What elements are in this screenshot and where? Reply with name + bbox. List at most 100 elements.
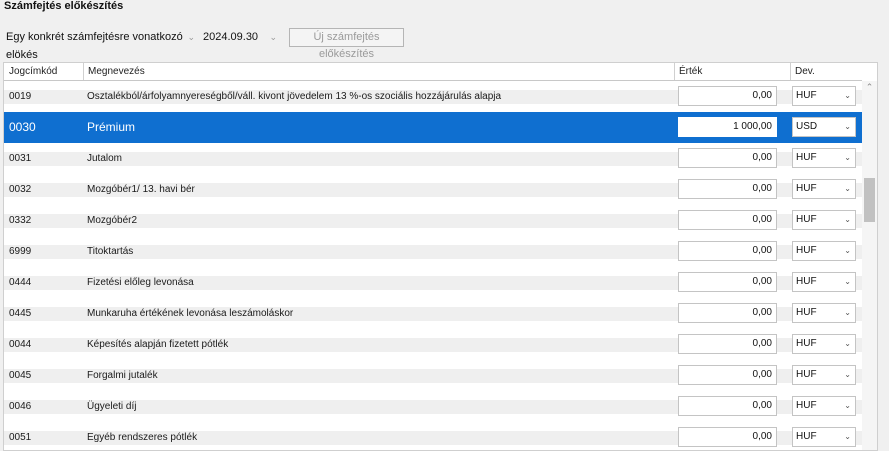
chevron-down-icon: ⌄	[844, 184, 851, 193]
value-input[interactable]: 0,00	[678, 272, 777, 292]
value-input[interactable]: 0,00	[678, 334, 777, 354]
row-code: 0444	[9, 277, 32, 288]
chevron-down-icon: ⌄	[844, 370, 851, 379]
table-row[interactable]: 0045 Forgalmi jutalék 0,00 HUF ⌄	[4, 360, 862, 391]
row-name: Titoktartás	[87, 246, 134, 257]
currency-select[interactable]: HUF ⌄	[792, 86, 856, 106]
currency-select[interactable]: HUF ⌄	[792, 272, 856, 292]
row-code: 0044	[9, 339, 32, 350]
scroll-up-icon[interactable]: ⌃	[865, 83, 874, 92]
row-code: 0019	[9, 91, 32, 102]
table-row[interactable]: 0044 Képesítés alapján fizetett pótlék 0,0…	[4, 329, 862, 360]
table-row[interactable]: 6999 Titoktartás 0,00 HUF ⌄	[4, 236, 862, 267]
table-row[interactable]: 0019 Osztalékból/árfolyamnyereségből/váll…	[4, 81, 862, 112]
chevron-down-icon: ⌄	[844, 215, 851, 224]
page-title: Számfejtés előkészítés	[4, 0, 124, 12]
col-header-code[interactable]: Jogcímkód	[5, 63, 83, 80]
payroll-type-select-value: Egy konkrét számfejtésre vonatkozó elöké…	[6, 31, 183, 61]
table-row[interactable]: 0030 Prémium 1 000,00 USD ⌄	[4, 112, 862, 143]
date-select-value: 2024.09.30	[203, 31, 259, 43]
chevron-down-icon: ⌄	[844, 401, 851, 410]
chevron-down-icon: ⌄	[844, 91, 851, 100]
row-name: Munkaruha értékének levonása leszámolásk…	[87, 308, 294, 319]
col-header-currency[interactable]: Dev.	[791, 63, 861, 80]
table-row[interactable]: 0445 Munkaruha értékének levonása leszámo…	[4, 298, 862, 329]
currency-select-value: HUF	[796, 338, 817, 349]
currency-select-value: HUF	[796, 276, 817, 287]
payroll-items-grid: Jogcímkód Megnevezés Érték Dev. 0019 Oszt…	[3, 62, 878, 451]
table-row[interactable]: 0031 Jutalom 0,00 HUF ⌄	[4, 143, 862, 174]
chevron-down-icon: ⌄	[844, 246, 851, 255]
value-input[interactable]: 0,00	[678, 241, 777, 261]
chevron-down-icon: ⌄	[844, 277, 851, 286]
value-input[interactable]: 0,00	[678, 148, 777, 168]
chevron-down-icon: ⌄	[844, 432, 851, 441]
currency-select[interactable]: HUF ⌄	[792, 303, 856, 323]
row-code: 0031	[9, 153, 32, 164]
currency-select[interactable]: HUF ⌄	[792, 365, 856, 385]
value-input[interactable]: 0,00	[678, 303, 777, 323]
currency-select-value: HUF	[796, 400, 817, 411]
currency-select-value: HUF	[796, 369, 817, 380]
chevron-down-icon: ⌄	[844, 153, 851, 162]
row-name: Képesítés alapján fizetett pótlék	[87, 339, 229, 350]
table-row[interactable]: 0046 Ügyeleti díj 0,00 HUF ⌄	[4, 391, 862, 422]
scrollbar-thumb[interactable]	[864, 178, 875, 222]
table-row[interactable]: 0051 Egyéb rendszeres pótlék 0,00 HUF ⌄	[4, 422, 862, 450]
chevron-down-icon: ⌄	[187, 32, 195, 42]
currency-select-value: USD	[796, 121, 818, 132]
new-payroll-prep-button[interactable]: Új számfejtés előkészítés	[289, 28, 404, 60]
chevron-down-icon: ⌄	[844, 339, 851, 348]
chevron-down-icon: ⌄	[269, 32, 277, 42]
currency-select-value: HUF	[796, 90, 817, 101]
row-name: Forgalmi jutalék	[87, 370, 158, 381]
value-input[interactable]: 0,00	[678, 365, 777, 385]
currency-select[interactable]: HUF ⌄	[792, 427, 856, 447]
row-name: Jutalom	[87, 153, 123, 164]
currency-select[interactable]: HUF ⌄	[792, 334, 856, 354]
vertical-scrollbar[interactable]: ⌃	[862, 81, 877, 450]
chevron-down-icon: ⌄	[844, 308, 851, 317]
table-row[interactable]: 0444 Fizetési előleg levonása 0,00 HUF ⌄	[4, 267, 862, 298]
row-code: 6999	[9, 246, 32, 257]
currency-select-value: HUF	[796, 152, 817, 163]
row-name: Egyéb rendszeres pótlék	[87, 432, 198, 443]
currency-select[interactable]: HUF ⌄	[792, 148, 856, 168]
value-input[interactable]: 0,00	[678, 179, 777, 199]
currency-select-value: HUF	[796, 183, 817, 194]
value-input[interactable]: 0,00	[678, 86, 777, 106]
currency-select[interactable]: HUF ⌄	[792, 179, 856, 199]
col-header-value[interactable]: Érték	[675, 63, 790, 80]
table-row[interactable]: 0032 Mozgóbér1/ 13. havi bér 0,00 HUF ⌄	[4, 174, 862, 205]
row-code: 0030	[9, 120, 36, 134]
row-code: 0032	[9, 184, 32, 195]
row-code: 0051	[9, 432, 32, 443]
payroll-type-select[interactable]: Egy konkrét számfejtésre vonatkozó elöké…	[2, 28, 197, 61]
currency-select-value: HUF	[796, 245, 817, 256]
date-select[interactable]: 2024.09.30 ⌄	[199, 28, 279, 46]
row-name: Ügyeleti díj	[87, 401, 137, 412]
chevron-down-icon: ⌄	[844, 122, 851, 131]
row-name: Mozgóbér2	[87, 215, 138, 226]
row-code: 0046	[9, 401, 32, 412]
currency-select-value: HUF	[796, 307, 817, 318]
value-input[interactable]: 0,00	[678, 427, 777, 447]
row-name: Osztalékból/árfolyamnyereségből/váll. ki…	[87, 91, 502, 102]
row-name: Prémium	[87, 120, 136, 134]
row-name: Mozgóbér1/ 13. havi bér	[87, 184, 195, 195]
col-header-name[interactable]: Megnevezés	[84, 63, 674, 80]
row-code: 0045	[9, 370, 32, 381]
currency-select[interactable]: HUF ⌄	[792, 210, 856, 230]
row-code: 0332	[9, 215, 32, 226]
currency-select[interactable]: HUF ⌄	[792, 396, 856, 416]
value-input[interactable]: 0,00	[678, 210, 777, 230]
currency-select[interactable]: USD ⌄	[792, 117, 856, 137]
currency-select-value: HUF	[796, 214, 817, 225]
row-code: 0445	[9, 308, 32, 319]
table-row[interactable]: 0332 Mozgóbér2 0,00 HUF ⌄	[4, 205, 862, 236]
value-input[interactable]: 0,00	[678, 396, 777, 416]
value-input[interactable]: 1 000,00	[678, 117, 777, 137]
row-name: Fizetési előleg levonása	[87, 277, 194, 288]
currency-select[interactable]: HUF ⌄	[792, 241, 856, 261]
currency-select-value: HUF	[796, 431, 817, 442]
